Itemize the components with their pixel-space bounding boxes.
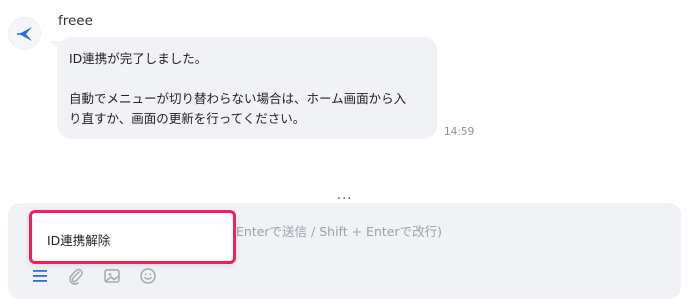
more-messages-indicator[interactable]: ...: [337, 188, 352, 203]
composer-toolbar: [30, 265, 158, 287]
message-timestamp: 14:59: [444, 126, 475, 138]
message-bubble: ID連携が完了しました。 自動でメニューが切り替わらない場合は、ホーム画面から入…: [57, 37, 437, 139]
image-icon[interactable]: [102, 266, 122, 286]
freee-logo-icon: [17, 27, 32, 41]
paperclip-icon[interactable]: [66, 266, 86, 286]
suggestion-unlink-id[interactable]: ID連携解除: [29, 210, 236, 264]
message-line-1: ID連携が完了しました。: [69, 51, 208, 66]
sender-name: freee: [58, 13, 93, 29]
composer-placeholder: Enterで送信 / Shift + Enterで改行): [236, 224, 442, 239]
freee-avatar: [8, 17, 41, 50]
emoji-icon[interactable]: [138, 266, 158, 286]
suggestion-label: ID連携解除: [47, 233, 111, 248]
chat-screen: freee ID連携が完了しました。 自動でメニューが切り替わらない場合は、ホー…: [0, 0, 691, 305]
message-line-2: 自動でメニューが切り替わらない場合は、ホーム画面から入 り直すか、画面の更新を行…: [69, 91, 407, 126]
menu-icon[interactable]: [30, 266, 50, 286]
